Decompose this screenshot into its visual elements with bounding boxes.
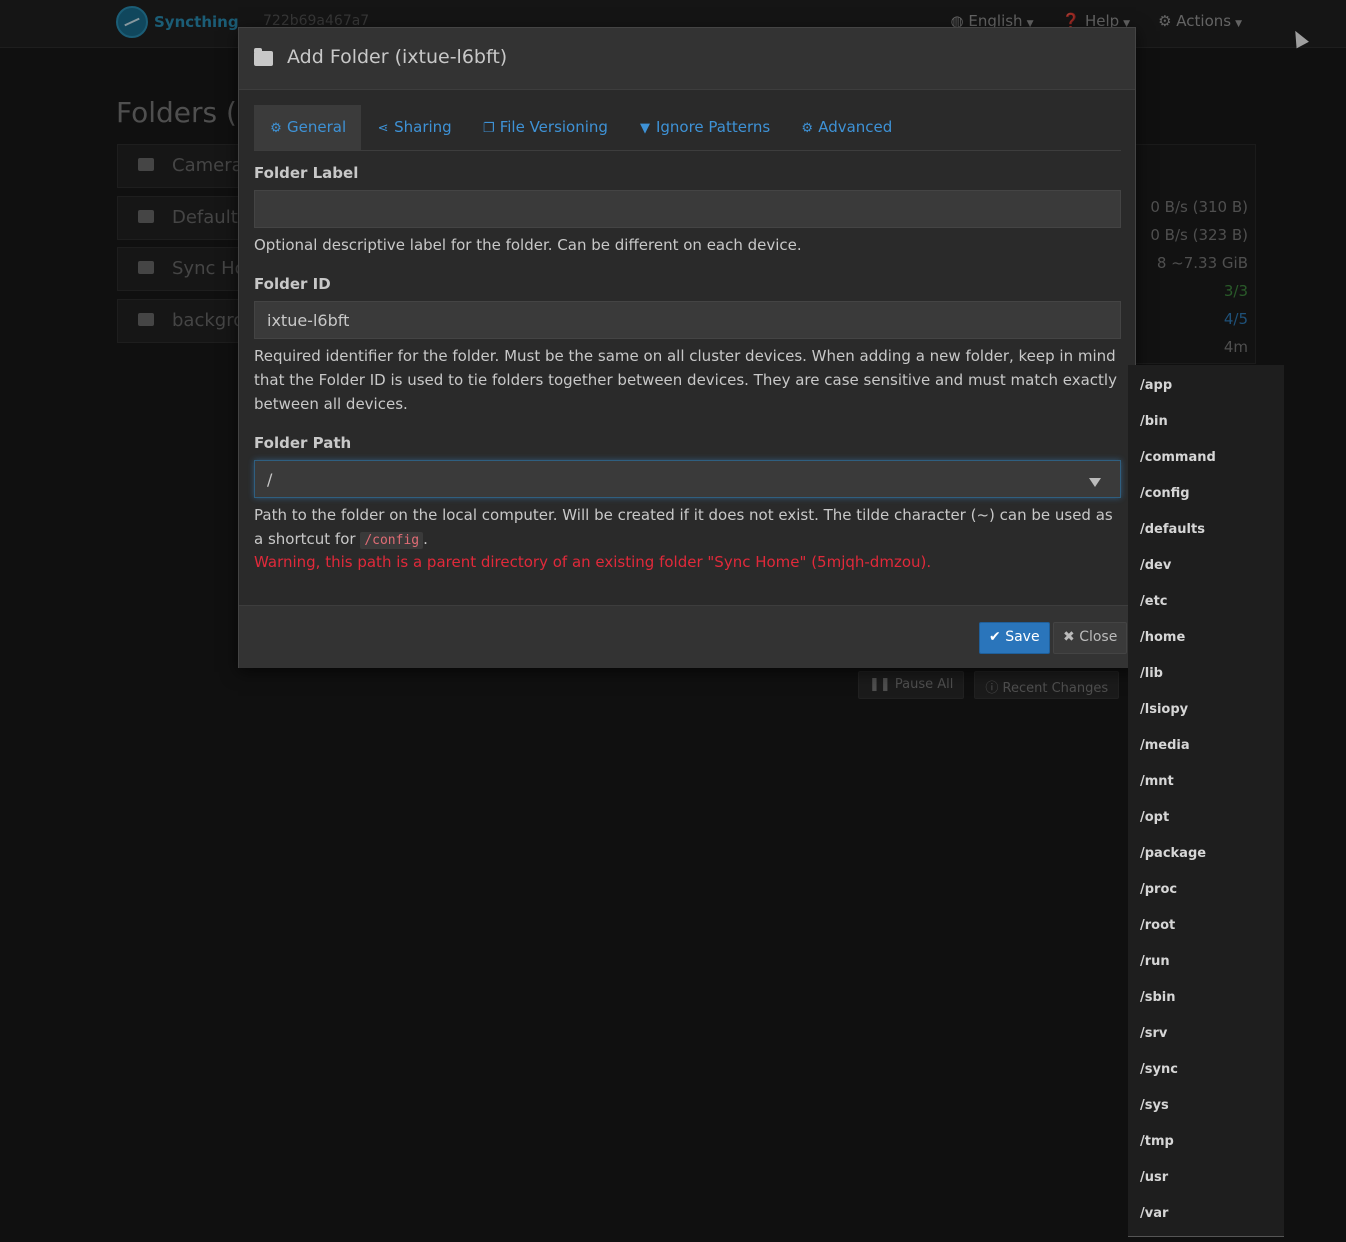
config-path-code: /config — [360, 532, 424, 549]
path-option[interactable]: /bin — [1128, 403, 1284, 439]
path-option[interactable]: /sync — [1128, 1051, 1284, 1087]
path-option[interactable]: /sbin — [1128, 979, 1284, 1015]
path-option[interactable]: /sys — [1128, 1087, 1284, 1123]
path-option[interactable]: /srv — [1128, 1015, 1284, 1051]
path-option[interactable]: /var — [1128, 1195, 1284, 1231]
folder-id-input[interactable] — [254, 301, 1121, 339]
tab-file-versioning[interactable]: ❐ File Versioning — [467, 105, 623, 150]
save-button[interactable]: ✔ Save — [979, 622, 1050, 654]
path-option[interactable]: /config — [1128, 475, 1284, 511]
path-option[interactable]: /home — [1128, 619, 1284, 655]
path-option[interactable]: /run — [1128, 943, 1284, 979]
tab-sharing[interactable]: ⋖ Sharing — [361, 105, 467, 150]
dropdown-arrow-icon[interactable] — [1089, 478, 1101, 487]
path-option[interactable]: /root — [1128, 907, 1284, 943]
modal-footer: ✔ Save ✖ Close — [239, 605, 1135, 668]
path-option[interactable]: /package — [1128, 835, 1284, 871]
folder-id-label: Folder ID — [254, 275, 331, 293]
path-option[interactable]: /etc — [1128, 583, 1284, 619]
path-option[interactable]: /app — [1128, 365, 1284, 403]
path-option[interactable]: /command — [1128, 439, 1284, 475]
tab-advanced[interactable]: ⚙ Advanced — [785, 105, 907, 150]
folder-label-label: Folder Label — [254, 164, 359, 182]
modal-header: Add Folder (ixtue-l6bft) — [239, 28, 1135, 90]
modal-tabs: ⚙ General ⋖ Sharing ❐ File Versioning ▼ Igno… — [254, 105, 1121, 151]
folder-icon — [254, 48, 273, 66]
path-option[interactable]: /lsiopy — [1128, 691, 1284, 727]
add-folder-modal: Add Folder (ixtue-l6bft) ⚙ General ⋖ Shari… — [238, 27, 1136, 668]
close-icon: ✖ — [1063, 629, 1080, 645]
gears-icon: ⚙ — [801, 121, 814, 136]
check-icon: ✔ — [989, 629, 1006, 645]
tab-ignore-patterns[interactable]: ▼ Ignore Patterns — [623, 105, 785, 150]
path-option[interactable]: /usr — [1128, 1159, 1284, 1195]
path-option[interactable]: /dev — [1128, 547, 1284, 583]
folder-label-input[interactable] — [254, 190, 1121, 228]
folder-path-label: Folder Path — [254, 434, 352, 452]
folder-path-warning: Warning, this path is a parent directory… — [254, 553, 932, 571]
folder-path-help: Path to the folder on the local computer… — [254, 506, 1113, 549]
path-option[interactable]: /tmp — [1128, 1123, 1284, 1159]
gear-icon: ⚙ — [270, 121, 282, 136]
share-icon: ⋖ — [377, 121, 389, 136]
copy-icon: ❐ — [482, 121, 495, 136]
path-option[interactable]: /lib — [1128, 655, 1284, 691]
filter-icon: ▼ — [639, 121, 650, 136]
modal-title: Add Folder (ixtue-l6bft) — [287, 46, 508, 68]
path-option[interactable]: /opt — [1128, 799, 1284, 835]
path-option[interactable]: /mnt — [1128, 763, 1284, 799]
close-button[interactable]: ✖ Close — [1053, 622, 1128, 654]
folder-label-help: Optional descriptive label for the folde… — [254, 236, 802, 254]
path-option[interactable]: /defaults — [1128, 511, 1284, 547]
path-option[interactable]: /media — [1128, 727, 1284, 763]
tab-general[interactable]: ⚙ General — [254, 105, 362, 150]
folder-id-help: Required identifier for the folder. Must… — [254, 347, 1117, 413]
folder-path-suggestions: /app /bin /command /config /defaults /de… — [1128, 365, 1284, 1237]
folder-path-input[interactable] — [254, 460, 1121, 498]
path-option[interactable]: /proc — [1128, 871, 1284, 907]
